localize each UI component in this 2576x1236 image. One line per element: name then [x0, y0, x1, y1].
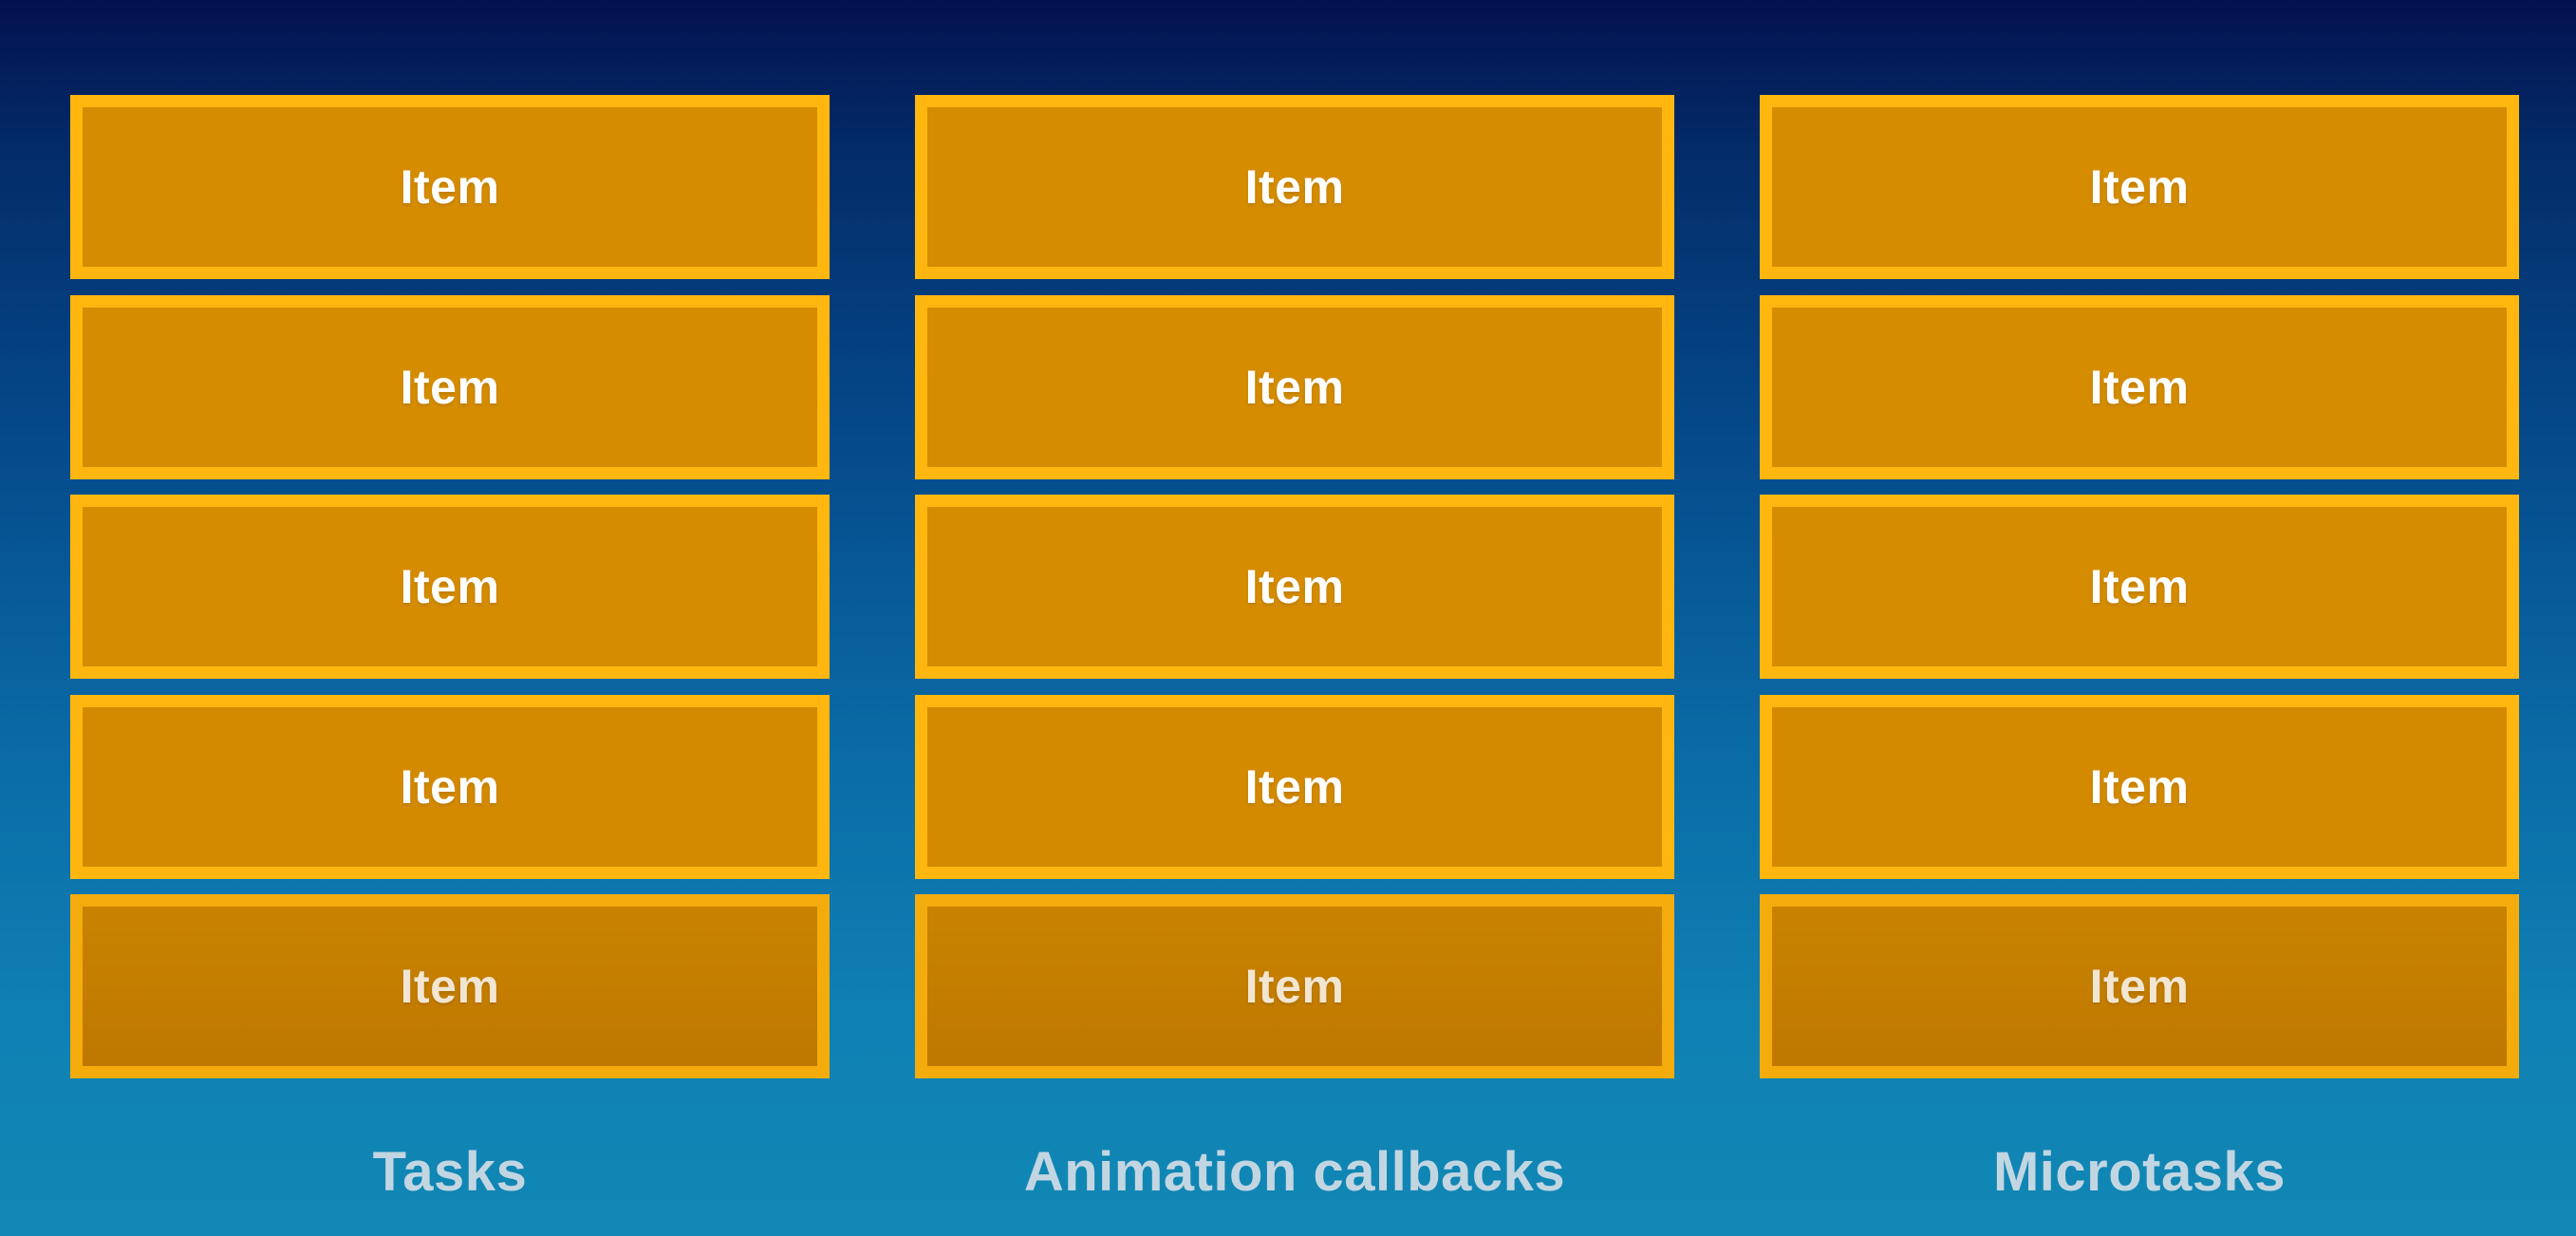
- animation-callbacks-queue-item: Item: [915, 495, 1674, 679]
- tasks-queue-item: Item: [70, 294, 830, 479]
- animation-callbacks-queue-item: Item: [915, 894, 1674, 1078]
- tasks-queue-item: Item: [70, 894, 830, 1078]
- tasks-queue-item: Item: [70, 95, 830, 279]
- tasks-queue-item: Item: [70, 495, 830, 679]
- microtasks-queue-item: Item: [1760, 694, 2519, 879]
- queue-diagram: Item Item Item Item Item Item Item Item …: [0, 0, 2576, 1236]
- microtasks-queue: Item Item Item Item Item: [1760, 95, 2519, 1078]
- microtasks-queue-item: Item: [1760, 894, 2519, 1078]
- animation-callbacks-queue: Item Item Item Item Item: [915, 95, 1674, 1078]
- tasks-queue: Item Item Item Item Item: [70, 95, 830, 1078]
- microtasks-queue-items: Item Item Item Item Item: [1760, 95, 2519, 1078]
- microtasks-queue-item: Item: [1760, 495, 2519, 679]
- tasks-queue-item: Item: [70, 694, 830, 879]
- tasks-label: Tasks: [372, 1141, 528, 1203]
- microtasks-queue-item: Item: [1760, 95, 2519, 279]
- animation-callbacks-label: Animation callbacks: [1023, 1141, 1566, 1203]
- tasks-queue-items: Item Item Item Item Item: [70, 95, 830, 1078]
- animation-callbacks-queue-item: Item: [915, 694, 1674, 879]
- animation-callbacks-queue-items: Item Item Item Item Item: [915, 95, 1674, 1078]
- microtasks-label: Microtasks: [1992, 1141, 2287, 1203]
- microtasks-queue-item: Item: [1760, 294, 2519, 479]
- animation-callbacks-queue-item: Item: [915, 294, 1674, 479]
- animation-callbacks-queue-item: Item: [915, 95, 1674, 279]
